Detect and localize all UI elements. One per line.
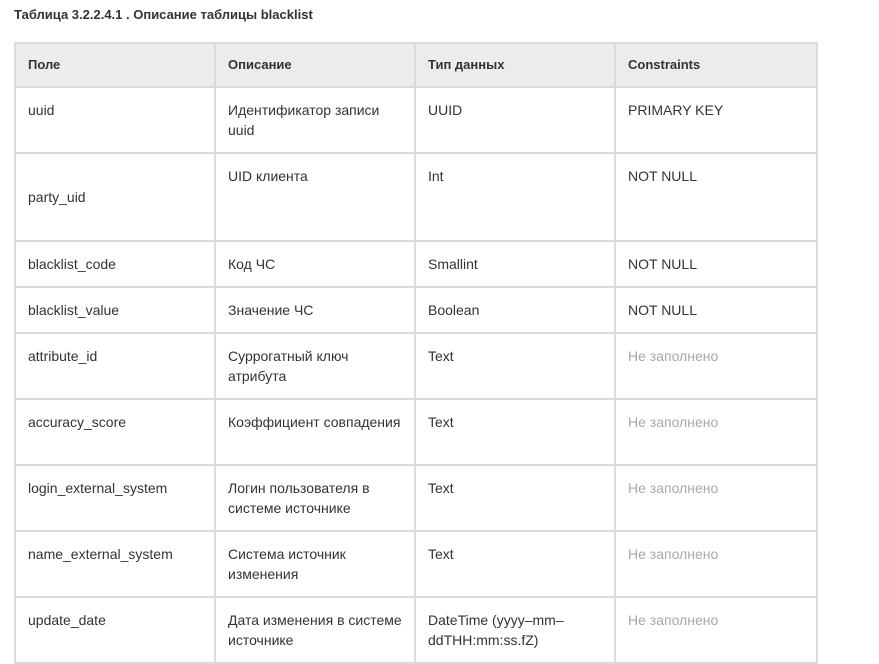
- cell-field: blacklist_code: [14, 240, 216, 288]
- cell-field: login_external_system: [14, 464, 216, 532]
- cell-type: Smallint: [414, 240, 616, 288]
- cell-constraints-placeholder: Не заполнено: [614, 596, 818, 664]
- table-row: blacklist_value Значение ЧС Boolean NOT …: [14, 286, 818, 334]
- cell-constraints: NOT NULL: [614, 286, 818, 334]
- cell-type: Int: [414, 152, 616, 242]
- cell-constraints-placeholder: Не заполнено: [614, 398, 818, 466]
- cell-description: Идентификатор записи uuid: [214, 86, 416, 154]
- column-header-data-type: Тип данных: [414, 42, 616, 88]
- cell-constraints: PRIMARY KEY: [614, 86, 818, 154]
- cell-constraints-placeholder: Не заполнено: [614, 464, 818, 532]
- cell-type: Text: [414, 530, 616, 598]
- cell-field: uuid: [14, 86, 216, 154]
- cell-field: blacklist_value: [14, 286, 216, 334]
- table-row: update_date Дата изменения в системе ист…: [14, 596, 818, 664]
- cell-constraints: NOT NULL: [614, 240, 818, 288]
- cell-description: Логин пользователя в системе источнике: [214, 464, 416, 532]
- cell-type: Text: [414, 398, 616, 466]
- cell-constraints: NOT NULL: [614, 152, 818, 242]
- column-header-description: Описание: [214, 42, 416, 88]
- cell-type: DateTime (yyyy–mm–ddTHH:mm:ss.fZ): [414, 596, 616, 664]
- blacklist-table-container: Поле Описание Тип данных Constraints uui…: [14, 42, 818, 664]
- cell-description: Система источник изменения: [214, 530, 416, 598]
- cell-description: UID клиента: [214, 152, 416, 242]
- table-caption: Таблица 3.2.2.4.1 . Описание таблицы bla…: [14, 7, 313, 22]
- cell-type: UUID: [414, 86, 616, 154]
- cell-description: Дата изменения в системе источнике: [214, 596, 416, 664]
- cell-description: Код ЧС: [214, 240, 416, 288]
- table-row: blacklist_code Код ЧС Smallint NOT NULL: [14, 240, 818, 288]
- cell-description: Коэффициент совпадения: [214, 398, 416, 466]
- table-row: party_uid UID клиента Int NOT NULL: [14, 152, 818, 242]
- cell-description: Суррогатный ключ атрибута: [214, 332, 416, 400]
- table-row: name_external_system Система источник из…: [14, 530, 818, 598]
- cell-field: party_uid: [14, 152, 216, 242]
- table-row: attribute_id Суррогатный ключ атрибута T…: [14, 332, 818, 400]
- cell-description: Значение ЧС: [214, 286, 416, 334]
- column-header-constraints: Constraints: [614, 42, 818, 88]
- cell-type: Text: [414, 464, 616, 532]
- cell-field: accuracy_score: [14, 398, 216, 466]
- table-row: uuid Идентификатор записи uuid UUID PRIM…: [14, 86, 818, 154]
- cell-field: attribute_id: [14, 332, 216, 400]
- cell-constraints-placeholder: Не заполнено: [614, 530, 818, 598]
- blacklist-table: Поле Описание Тип данных Constraints uui…: [14, 42, 818, 664]
- column-header-field: Поле: [14, 42, 216, 88]
- cell-type: Boolean: [414, 286, 616, 334]
- cell-field: update_date: [14, 596, 216, 664]
- cell-field: name_external_system: [14, 530, 216, 598]
- table-row: accuracy_score Коэффициент совпадения Te…: [14, 398, 818, 466]
- table-row: login_external_system Логин пользователя…: [14, 464, 818, 532]
- cell-constraints-placeholder: Не заполнено: [614, 332, 818, 400]
- cell-type: Text: [414, 332, 616, 400]
- table-header-row: Поле Описание Тип данных Constraints: [14, 42, 818, 88]
